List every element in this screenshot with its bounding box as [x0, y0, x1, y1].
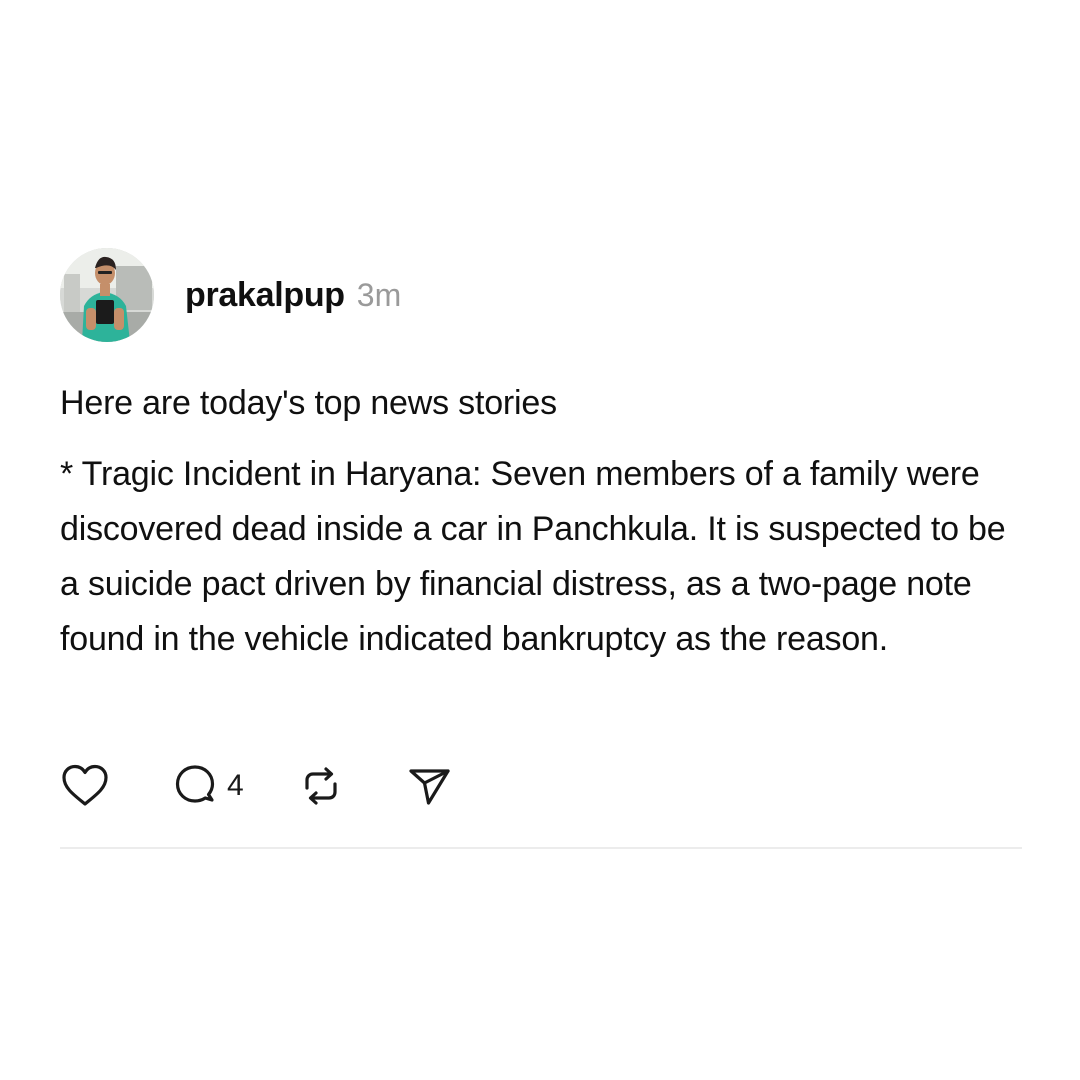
- comment-count: 4: [227, 769, 244, 802]
- post-timestamp: 3m: [356, 276, 402, 313]
- repost-icon: [305, 767, 337, 805]
- post-header: prakalpup 3m: [60, 248, 1022, 342]
- post-main-text: * Tragic Incident in Haryana: Seven memb…: [60, 455, 1006, 658]
- post-divider: [60, 847, 1022, 849]
- comment-bubble-icon: [175, 765, 215, 803]
- like-button[interactable]: [60, 763, 110, 809]
- post-intro-text: Here are today's top news stories: [60, 384, 557, 422]
- send-icon: [409, 769, 450, 805]
- heart-icon: [62, 764, 108, 806]
- share-button[interactable]: [406, 763, 452, 809]
- repost-button[interactable]: [298, 763, 344, 809]
- comment-button[interactable]: 4: [172, 763, 244, 809]
- avatar[interactable]: [60, 248, 154, 342]
- post-body: Here are today's top news stories * Trag…: [60, 379, 1022, 667]
- post-card: prakalpup 3m Here are today's top news s…: [60, 248, 1022, 667]
- post-actions-bar: 4: [60, 762, 452, 810]
- username[interactable]: prakalpup: [185, 276, 345, 315]
- avatar-photo: [60, 248, 154, 342]
